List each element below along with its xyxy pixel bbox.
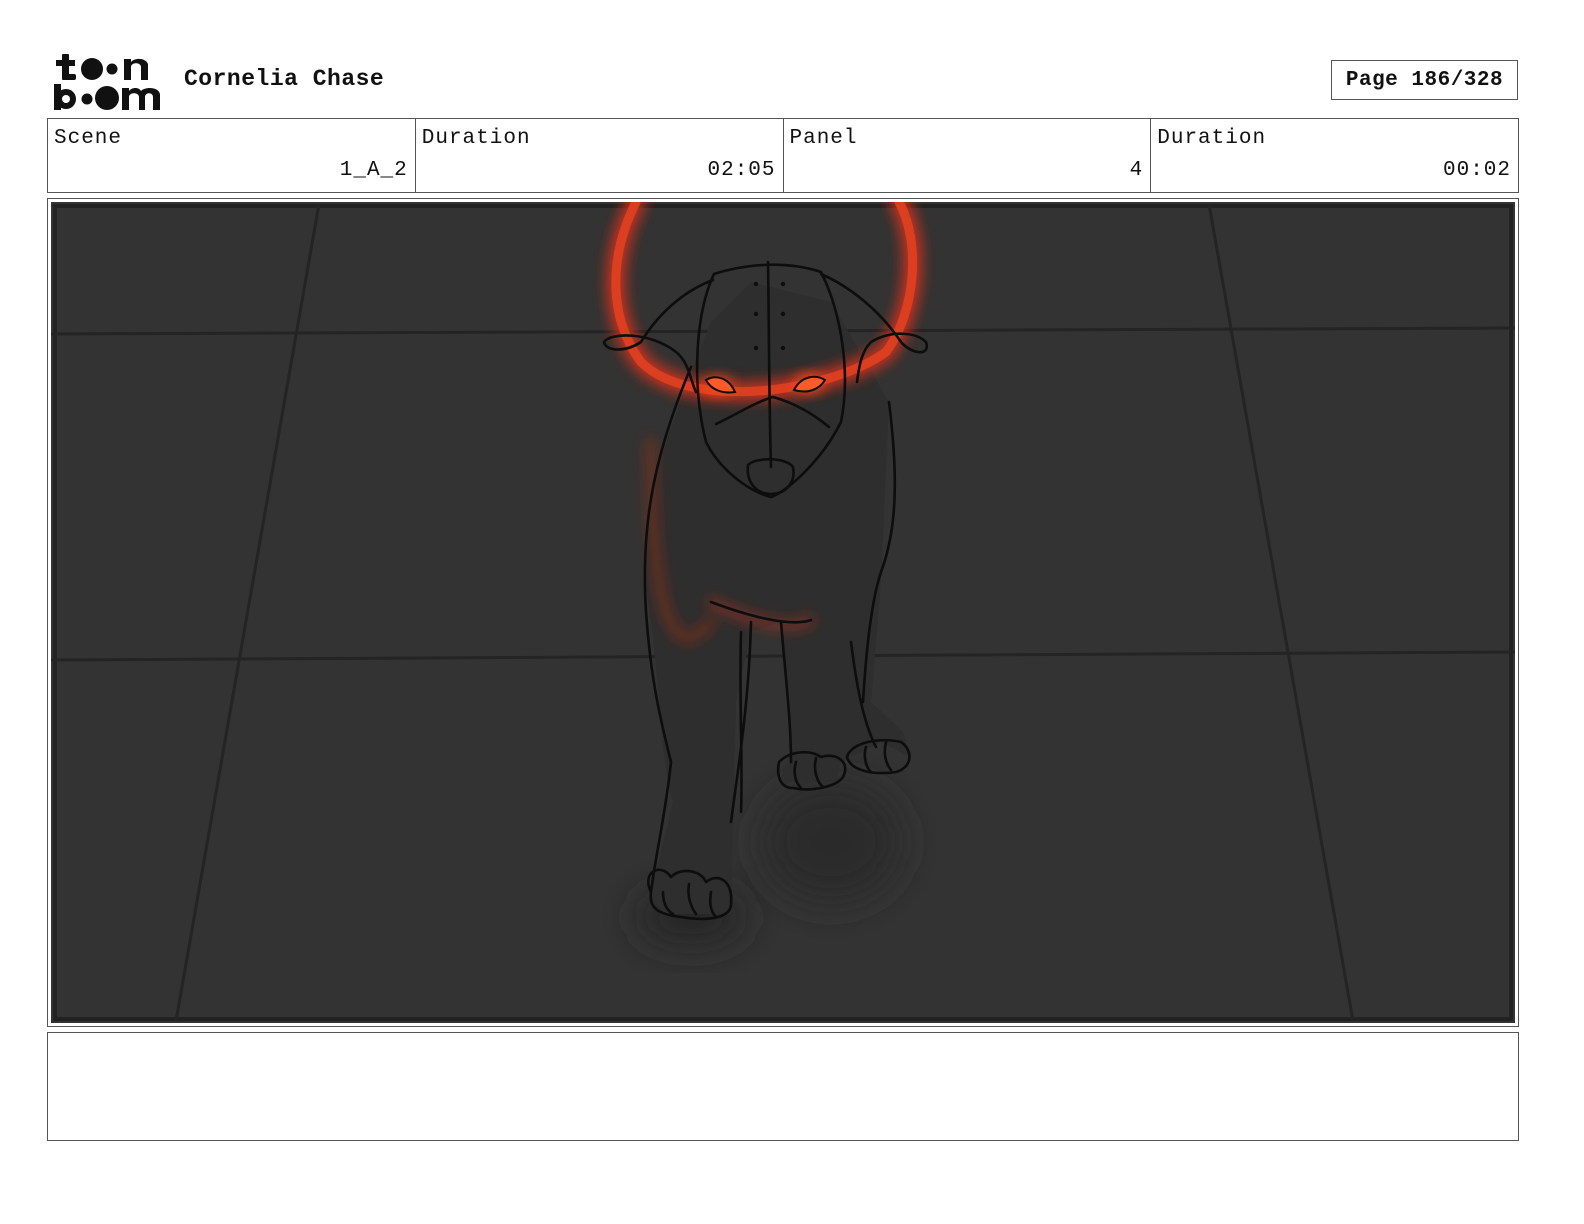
panel-duration-label: Duration: [1157, 127, 1267, 150]
page-number: Page 186/328: [1331, 60, 1518, 100]
panel-duration-cell: Duration 00:02: [1151, 119, 1518, 192]
dog-sketch-illustration: [51, 202, 1515, 1022]
panel-duration-value: 00:02: [1442, 159, 1511, 182]
panel-cell: Panel 4: [784, 119, 1152, 192]
panel-label: Panel: [789, 127, 858, 150]
scene-cell: Scene 1_A_2: [48, 119, 416, 192]
scene-duration-cell: Duration 02:05: [416, 119, 784, 192]
scene-duration-label: Duration: [421, 127, 531, 150]
scene-duration-value: 02:05: [707, 159, 776, 182]
toonboom-logo-icon: [54, 54, 160, 110]
scene-value: 1_A_2: [339, 159, 408, 182]
project-title: Cornelia Chase: [184, 66, 385, 92]
panel-info-row: Scene 1_A_2 Duration 02:05 Panel 4 Durat…: [47, 118, 1519, 193]
panel-value: 4: [1129, 159, 1144, 182]
panel-notes-box: [47, 1032, 1519, 1141]
scene-label: Scene: [54, 127, 123, 150]
storyboard-panel-image: [51, 202, 1515, 1023]
